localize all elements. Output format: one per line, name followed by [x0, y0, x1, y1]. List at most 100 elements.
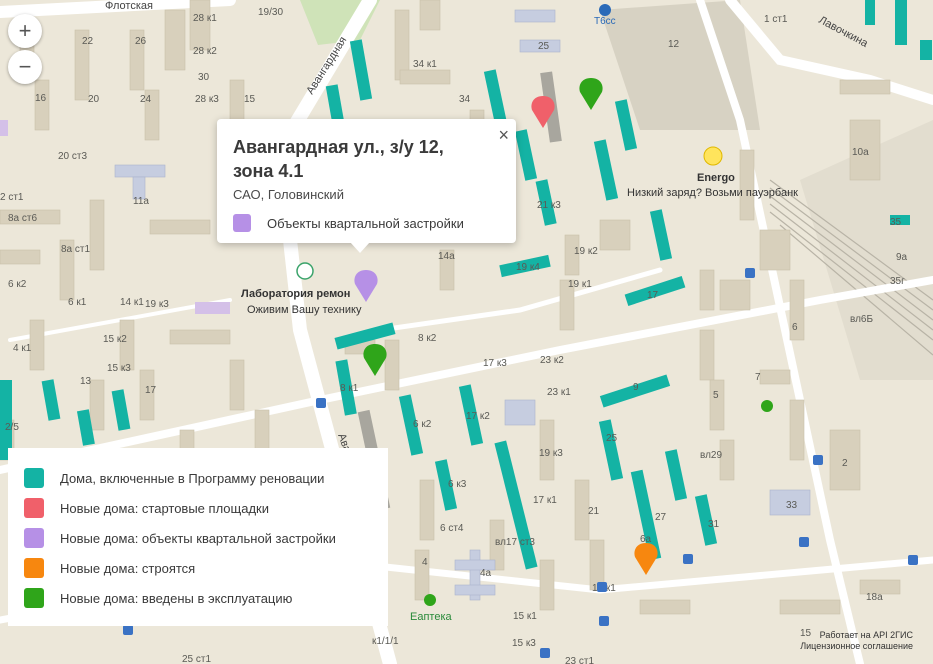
svg-text:25 ст1: 25 ст1	[182, 654, 211, 664]
popup-pointer	[350, 242, 370, 253]
close-icon[interactable]: ×	[498, 125, 509, 146]
svg-text:22: 22	[82, 36, 94, 47]
svg-text:2/5: 2/5	[5, 422, 19, 433]
svg-text:25: 25	[538, 41, 550, 52]
svg-text:25: 25	[606, 433, 618, 444]
legend-swatch	[24, 588, 44, 608]
svg-text:4: 4	[422, 557, 428, 568]
legend-item-renovation: Дома, включенные в Программу реновации	[24, 468, 324, 488]
svg-text:17 к1: 17 к1	[533, 495, 557, 506]
svg-text:10а: 10а	[852, 147, 869, 158]
svg-text:19 к1: 19 к1	[568, 279, 592, 290]
zoom-in-button[interactable]: +	[8, 14, 42, 48]
svg-text:15 к1: 15 к1	[513, 611, 537, 622]
svg-text:21 к3: 21 к3	[537, 200, 561, 211]
svg-text:15: 15	[244, 94, 256, 105]
poi-energo-desc: Низкий заряд? Возьми пауэрбанк	[627, 187, 798, 199]
legend-item-block-development: Новые дома: объекты квартальной застройк…	[24, 528, 336, 548]
svg-text:6 к1: 6 к1	[68, 297, 87, 308]
bus-stop-icon-8	[599, 616, 609, 626]
svg-text:24: 24	[140, 94, 152, 105]
map-legend: Дома, включенные в Программу реновации Н…	[8, 448, 388, 626]
svg-text:18а: 18а	[866, 592, 883, 603]
map-attribution: Работает на API 2ГИС Лицензионное соглаш…	[800, 630, 913, 652]
svg-text:7: 7	[755, 372, 761, 383]
legend-swatch	[24, 468, 44, 488]
svg-text:14 к1: 14 к1	[120, 297, 144, 308]
legend-item-commissioned: Новые дома: введены в эксплуатацию	[24, 588, 292, 608]
pharmacy-icon-2	[761, 400, 773, 412]
svg-text:33: 33	[786, 500, 798, 511]
legend-label: Дома, включенные в Программу реновации	[60, 470, 325, 486]
attribution-license[interactable]: Лицензионное соглашение	[800, 641, 913, 652]
bus-stop-icon-10	[123, 625, 133, 635]
popup-category-label: Объекты квартальной застройки	[267, 215, 464, 231]
svg-text:4 к1: 4 к1	[13, 343, 32, 354]
svg-text:5: 5	[713, 390, 719, 401]
info-popup: Авангардная ул., з/у 12, зона 4.1 САО, Г…	[217, 119, 516, 243]
svg-text:27: 27	[655, 512, 667, 523]
attribution-api[interactable]: Работает на API 2ГИС	[800, 630, 913, 641]
svg-text:6 к2: 6 к2	[8, 279, 27, 290]
svg-text:17 к2: 17 к2	[466, 411, 490, 422]
svg-text:12: 12	[668, 39, 680, 50]
svg-text:2 ст1: 2 ст1	[0, 192, 24, 203]
svg-text:вл17 ст3: вл17 ст3	[495, 537, 535, 548]
svg-text:30: 30	[198, 72, 210, 83]
svg-text:19/30: 19/30	[258, 7, 283, 18]
legend-swatch	[24, 498, 44, 518]
energo-icon	[703, 146, 723, 166]
bus-stop-icon-7	[597, 582, 607, 592]
legend-label: Новые дома: введены в эксплуатацию	[60, 590, 293, 606]
svg-text:15 к2: 15 к2	[103, 334, 127, 345]
poi-lab-desc: Оживим Вашу технику	[247, 304, 362, 316]
bus-stop-icon-9	[540, 648, 550, 658]
poi-apteka: Eaптека	[410, 611, 452, 623]
popup-title: Авангардная ул., з/у 12, зона 4.1	[233, 137, 444, 181]
svg-text:23 ст1: 23 ст1	[565, 656, 594, 664]
svg-text:21: 21	[588, 506, 600, 517]
transit-icon	[599, 4, 611, 16]
svg-text:23 к2: 23 к2	[540, 355, 564, 366]
svg-text:6: 6	[792, 322, 798, 333]
svg-text:8а ст6: 8а ст6	[8, 213, 37, 224]
svg-text:14а: 14а	[438, 251, 455, 262]
svg-text:вл6Б: вл6Б	[850, 314, 873, 325]
legend-swatch	[24, 558, 44, 578]
svg-text:6 к2: 6 к2	[413, 419, 432, 430]
road-label-flotskaya: Флотская	[105, 0, 153, 12]
svg-text:34 к1: 34 к1	[413, 59, 437, 70]
svg-text:16: 16	[35, 93, 47, 104]
svg-text:15 к3: 15 к3	[107, 363, 131, 374]
svg-text:9а: 9а	[896, 252, 908, 263]
svg-text:17: 17	[145, 385, 157, 396]
svg-text:19 к3: 19 к3	[539, 448, 563, 459]
svg-text:11а: 11а	[133, 196, 149, 207]
zoom-out-button[interactable]: −	[8, 50, 42, 84]
bus-stop-icon-6	[683, 554, 693, 564]
svg-text:2: 2	[842, 458, 848, 469]
bus-stop-icon	[316, 398, 326, 408]
legend-label: Новые дома: объекты квартальной застройк…	[60, 530, 336, 546]
svg-text:28 к2: 28 к2	[193, 46, 217, 57]
svg-text:23 к1: 23 к1	[547, 387, 571, 398]
svg-text:8 к1: 8 к1	[340, 383, 359, 394]
legend-item-under-construction: Новые дома: строятся	[24, 558, 195, 578]
lab-icon	[296, 262, 314, 280]
svg-text:34: 34	[459, 94, 471, 105]
svg-text:13: 13	[80, 376, 92, 387]
svg-text:20: 20	[88, 94, 100, 105]
svg-text:19 к2: 19 к2	[574, 246, 598, 257]
popup-category: Объекты квартальной застройки	[233, 214, 464, 232]
svg-text:вл29: вл29	[700, 450, 722, 461]
legend-label: Новые дома: строятся	[60, 560, 196, 576]
svg-text:17: 17	[647, 290, 659, 301]
bus-stop-icon-4	[799, 537, 809, 547]
svg-text:8а ст1: 8а ст1	[61, 244, 90, 255]
svg-text:8 к2: 8 к2	[418, 333, 437, 344]
svg-text:19 к3: 19 к3	[145, 299, 169, 310]
popup-category-swatch	[233, 214, 251, 232]
svg-text:20 ст3: 20 ст3	[58, 151, 87, 162]
legend-label: Новые дома: стартовые площадки	[60, 500, 269, 516]
svg-text:15 к3: 15 к3	[512, 638, 536, 649]
